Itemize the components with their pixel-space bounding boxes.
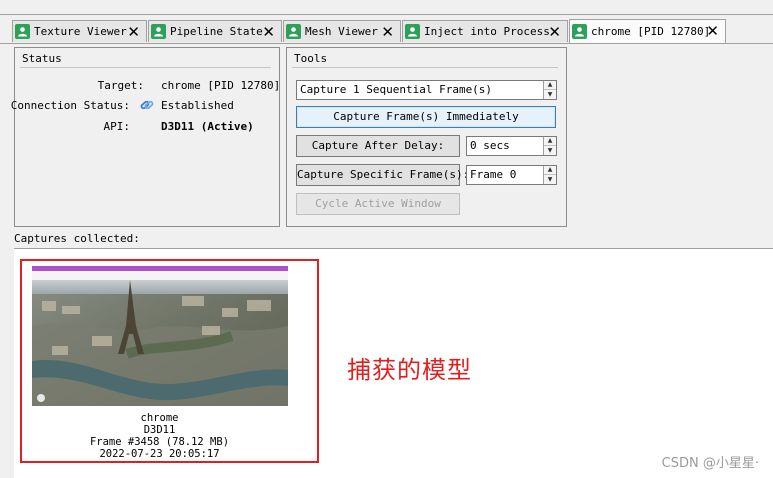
tab-chrome-capture[interactable]: chrome [PID 12780] ✕ [569, 19, 726, 43]
api-value: D3D11 (Active) [161, 120, 254, 133]
frame-number-value: Frame 0 [470, 168, 517, 181]
status-title: Status [22, 52, 62, 65]
tab-mesh-viewer[interactable]: Mesh Viewer ✕ [283, 20, 401, 42]
annotation-text: 捕获的模型 [347, 356, 472, 384]
person-icon [572, 24, 587, 39]
capture-specific-frames-button[interactable]: Capture Specific Frame(s): [296, 164, 469, 186]
frame-number-stepper[interactable]: Frame 0 ▲ ▼ [466, 165, 557, 185]
tab-label: Inject into Process [424, 25, 550, 38]
stepper-buttons[interactable]: ▲ ▼ [543, 137, 556, 155]
frame-count-stepper[interactable]: Capture 1 Sequential Frame(s) ▲ ▼ [296, 80, 557, 100]
renderdoc-window: Texture Viewer ✕ Pipeline State ✕ Mesh V… [0, 0, 773, 478]
tools-title: Tools [294, 52, 328, 65]
cycle-active-window-button[interactable]: Cycle Active Window [296, 193, 460, 215]
capture-app-name: chrome [140, 412, 179, 424]
delay-value: 0 secs [470, 139, 510, 152]
status-divider [20, 67, 271, 68]
captures-collected-label: Captures collected: [14, 232, 140, 245]
tab-bar: Texture Viewer ✕ Pipeline State ✕ Mesh V… [0, 19, 773, 44]
connection-status-value: Established [161, 99, 234, 112]
tab-label: Pipeline State [170, 25, 263, 38]
capture-thumbnail-image[interactable] [32, 266, 288, 406]
chevron-up-icon[interactable]: ▲ [544, 137, 556, 146]
status-group: Status Target: chrome [PID 12780] Connec… [10, 47, 281, 227]
tab-divider [0, 43, 773, 44]
delay-stepper[interactable]: 0 secs ▲ ▼ [466, 136, 557, 156]
chevron-down-icon[interactable]: ▼ [544, 175, 556, 184]
tab-label: Texture Viewer [34, 25, 127, 38]
watermark: CSDN @小星星· [661, 456, 759, 471]
stepper-buttons[interactable]: ▲ ▼ [543, 81, 556, 99]
capture-api: D3D11 [143, 424, 176, 436]
tools-divider [292, 67, 558, 68]
link-icon [139, 97, 155, 116]
stepper-buttons[interactable]: ▲ ▼ [543, 166, 556, 184]
tools-group: Tools Capture 1 Sequential Frame(s) ▲ ▼ … [286, 47, 567, 227]
person-icon [405, 24, 420, 39]
person-icon [286, 24, 301, 39]
tab-label: Mesh Viewer [305, 25, 378, 38]
close-icon[interactable]: ✕ [706, 22, 719, 40]
api-label: API: [103, 120, 131, 133]
person-icon [151, 24, 166, 39]
target-value: chrome [PID 12780] [161, 79, 281, 92]
chevron-down-icon[interactable]: ▼ [544, 146, 556, 155]
capture-after-delay-button[interactable]: Capture After Delay: [296, 135, 460, 157]
close-icon[interactable]: ✕ [548, 23, 561, 41]
close-icon[interactable]: ✕ [127, 23, 140, 41]
frame-count-value: Capture 1 Sequential Frame(s) [300, 83, 493, 96]
close-icon[interactable]: ✕ [381, 23, 394, 41]
top-divider [0, 14, 773, 15]
chevron-down-icon[interactable]: ▼ [544, 90, 556, 99]
tab-inject-into-process[interactable]: Inject into Process ✕ [402, 20, 568, 42]
connection-status-label: Connection Status: [10, 99, 130, 112]
close-icon[interactable]: ✕ [262, 23, 275, 41]
tab-label: chrome [PID 12780] [591, 25, 711, 38]
tab-pipeline-state[interactable]: Pipeline State ✕ [148, 20, 282, 42]
tab-texture-viewer[interactable]: Texture Viewer ✕ [12, 20, 147, 42]
capture-immediately-button[interactable]: Capture Frame(s) Immediately [296, 106, 556, 128]
chevron-up-icon[interactable]: ▲ [544, 166, 556, 175]
target-label: Target: [97, 79, 144, 92]
capture-frame-info: Frame #3458 (78.12 MB) [89, 436, 230, 448]
capture-timestamp: 2022-07-23 20:05:17 [99, 448, 220, 460]
person-icon [15, 24, 30, 39]
chevron-up-icon[interactable]: ▲ [544, 81, 556, 90]
